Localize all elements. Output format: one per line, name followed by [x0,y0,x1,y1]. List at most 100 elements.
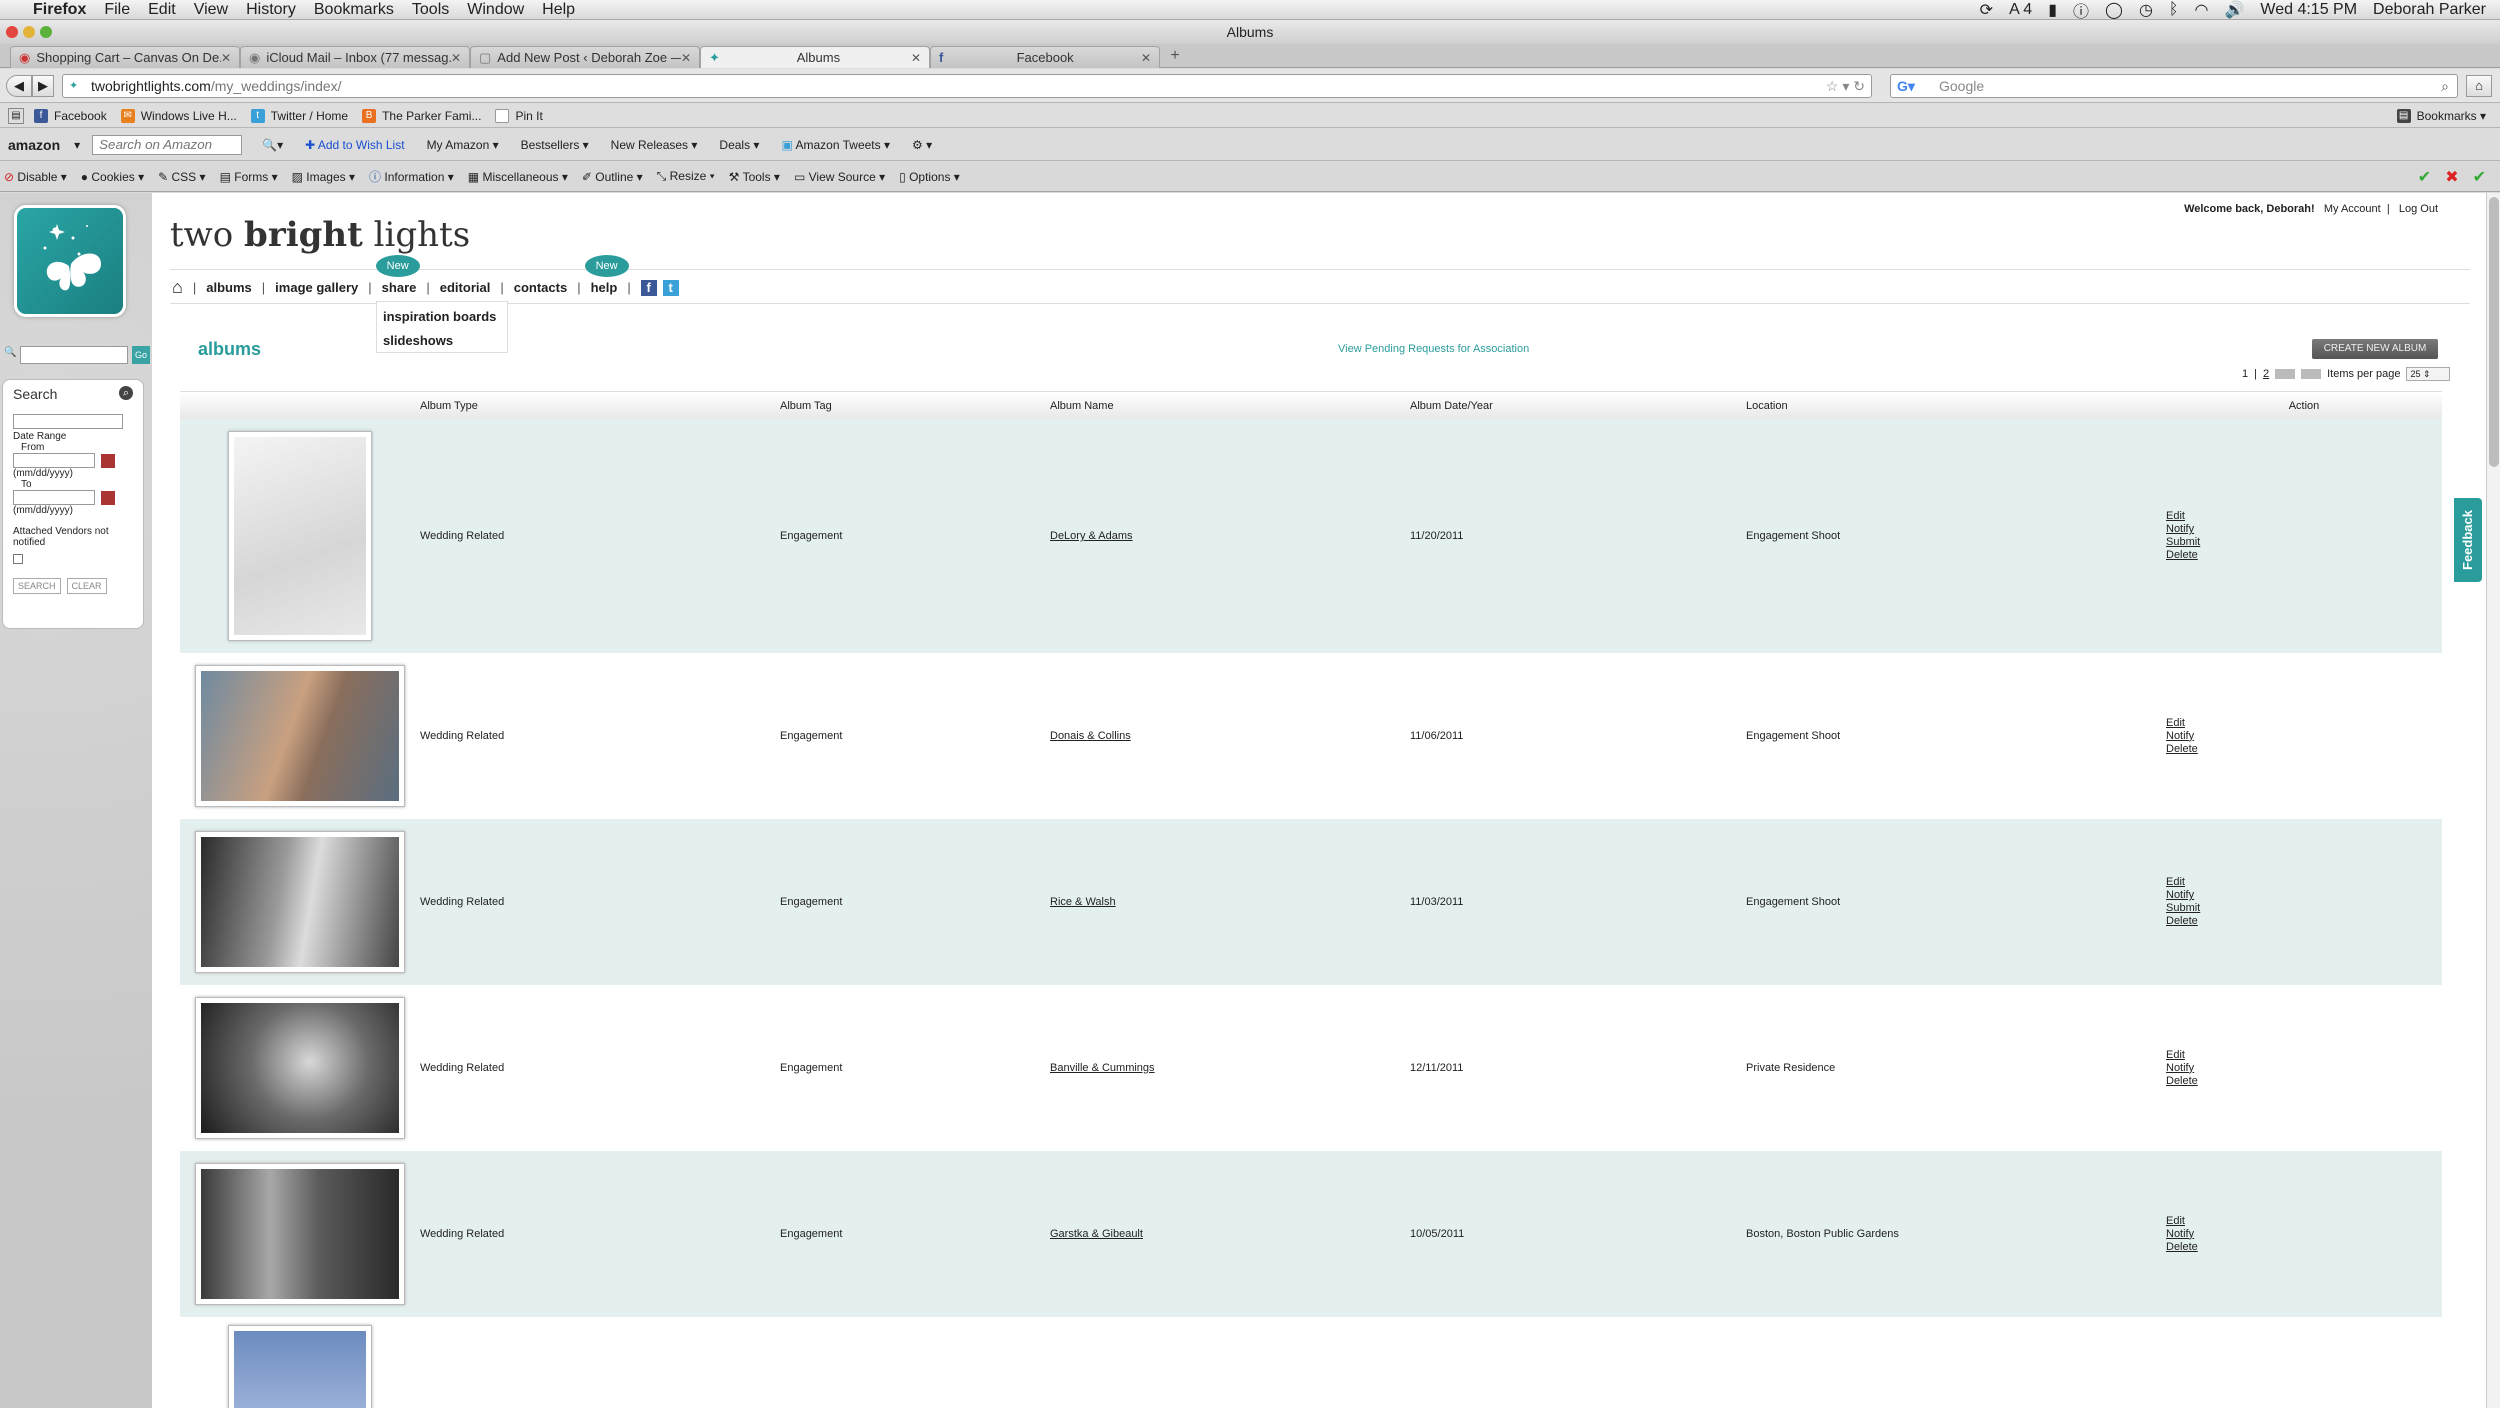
notify-link[interactable]: Notify [2166,1228,2442,1241]
home-icon[interactable]: ⌂ [2466,75,2492,97]
wd-outline[interactable]: ✐ Outline ▾ [582,170,643,184]
wifi-icon[interactable]: ◠ [2195,0,2209,20]
forward-button[interactable]: ▶ [32,75,54,97]
clear-button[interactable]: CLEAR [66,578,107,594]
amazon-settings-icon[interactable]: ⚙ ▾ [912,138,932,152]
notify-link[interactable]: Notify [2166,1062,2442,1075]
menu-bookmarks[interactable]: Bookmarks [305,1,403,19]
dropdown-slideshows[interactable]: slideshows [383,330,501,354]
notify-link[interactable]: Notify [2166,523,2442,536]
nav-contacts[interactable]: contacts [514,280,567,295]
album-thumbnail[interactable] [195,665,405,807]
delete-link[interactable]: Delete [2166,915,2442,928]
wd-view-source[interactable]: ▭ View Source ▾ [794,170,885,184]
info-icon[interactable]: ⓘ [2073,0,2089,22]
nav-albums[interactable]: albums [206,280,252,295]
menu-help[interactable]: Help [533,1,584,19]
amazon-logo[interactable]: amazon [8,137,60,153]
my-account-link[interactable]: My Account [2324,203,2381,215]
delete-link[interactable]: Delete [2166,549,2442,562]
next-page-button[interactable] [2275,369,2296,379]
page-2[interactable]: 2 [2263,368,2269,380]
back-button[interactable]: ◀ [6,75,32,97]
close-tab-icon[interactable]: ✕ [1141,51,1151,65]
wd-cookies[interactable]: ● Cookies ▾ [81,170,144,184]
menu-view[interactable]: View [185,1,237,19]
tab-albums[interactable]: ✦ Albums ✕ [700,46,930,68]
scrollbar-thumb[interactable] [2489,197,2499,467]
home-icon[interactable]: ⌂ [172,277,183,298]
amazon-dropdown-icon[interactable]: ▾ [74,138,80,152]
star-icon[interactable]: ☆ [1826,78,1839,94]
dropdown-inspiration-boards[interactable]: inspiration boards [383,306,501,330]
battery-icon[interactable]: ▮ [2048,0,2057,20]
notify-link[interactable]: Notify [2166,730,2442,743]
bookmark-windows-live[interactable]: ✉ Windows Live H... [120,108,237,123]
tab-icloud[interactable]: ◉ iCloud Mail – Inbox (77 messag... ✕ [240,46,470,68]
wd-tools[interactable]: ⚒ Tools ▾ [729,170,780,184]
user-name[interactable]: Deborah Parker [2373,1,2486,19]
volume-icon[interactable]: 🔊 [2224,0,2244,20]
nav-help[interactable]: New help [584,255,629,295]
nav-editorial[interactable]: editorial [440,280,491,295]
view-pending-requests-link[interactable]: View Pending Requests for Association [1338,343,1529,355]
wd-resize[interactable]: ⤡ Resize ▾ [657,169,715,184]
nav-share[interactable]: New share [375,255,420,295]
dropdown-icon[interactable]: ▾ [1842,78,1849,94]
log-out-link[interactable]: Log Out [2399,203,2438,215]
wd-options[interactable]: ▯ Options ▾ [899,170,960,184]
amazon-my-amazon[interactable]: My Amazon ▾ [427,138,499,152]
edit-link[interactable]: Edit [2166,1215,2442,1228]
tab-shopping-cart[interactable]: ◉ Shopping Cart – Canvas On De... ✕ [10,46,240,68]
album-name-link[interactable]: DeLory & Adams [1050,530,1410,542]
album-name-link[interactable]: Garstka & Gibeault [1050,1228,1410,1240]
close-tab-icon[interactable]: ✕ [681,51,691,65]
amazon-search-icon[interactable]: 🔍▾ [262,138,283,152]
bookmark-parker-family[interactable]: B The Parker Fami... [362,108,481,123]
bookmarks-sidebar-icon[interactable]: ▤ [8,107,24,124]
notify-link[interactable]: Notify [2166,889,2442,902]
edit-link[interactable]: Edit [2166,876,2442,889]
album-thumbnail[interactable] [195,831,405,973]
close-tab-icon[interactable]: ✕ [451,51,461,65]
menu-edit[interactable]: Edit [139,1,185,19]
close-tab-icon[interactable]: ✕ [221,51,231,65]
reload-icon[interactable]: ↻ [1853,78,1865,94]
menu-window[interactable]: Window [458,1,533,19]
add-to-wish-list-link[interactable]: ✚ Add to Wish List [305,138,404,152]
keyword-field[interactable] [13,414,123,429]
menu-file[interactable]: File [95,1,139,19]
search-icon[interactable]: ⌕ [2441,75,2449,97]
new-tab-button[interactable]: + [1160,46,1190,68]
site-logo[interactable] [14,205,126,317]
site-identity-icon[interactable]: ✦ [69,80,83,92]
album-name-link[interactable]: Donais & Collins [1050,730,1410,742]
edit-link[interactable]: Edit [2166,1049,2442,1062]
close-window-icon[interactable] [6,26,18,38]
css-valid-icon[interactable]: ✔ [2418,167,2431,187]
bluetooth-icon[interactable]: ᛒ [2169,1,2179,19]
wd-disable[interactable]: ⊘ Disable ▾ [4,170,67,184]
items-per-page-select[interactable]: 25 ⇕ [2406,367,2451,381]
close-tab-icon[interactable]: ✕ [911,51,921,65]
to-date-field[interactable] [13,490,95,505]
sync-icon[interactable]: ⟳ [1980,0,1993,20]
last-page-button[interactable] [2301,369,2322,379]
search-bar[interactable]: G▾ Google ⌕ [1890,74,2458,98]
create-new-album-button[interactable]: CREATE NEW ALBUM [2312,339,2438,359]
wd-css[interactable]: ✎ CSS ▾ [158,170,205,184]
submit-link[interactable]: Submit [2166,536,2442,549]
quick-search-input[interactable] [20,346,128,364]
page-1[interactable]: 1 [2242,368,2248,380]
facebook-icon[interactable]: f [640,279,657,296]
error-icon[interactable]: ✖ [2445,167,2458,187]
bookmarks-menu[interactable]: ▤ Bookmarks ▾ [2396,108,2486,123]
menu-tools[interactable]: Tools [403,1,458,19]
search-button[interactable]: SEARCH [13,578,61,594]
calendar-icon[interactable] [101,453,115,468]
zoom-window-icon[interactable] [40,26,52,38]
bookmark-pin-it[interactable]: Pin It [495,108,543,123]
amazon-search-input[interactable] [92,134,243,155]
album-name-link[interactable]: Banville & Cummings [1050,1062,1410,1074]
twitter-icon[interactable]: t [662,279,679,296]
